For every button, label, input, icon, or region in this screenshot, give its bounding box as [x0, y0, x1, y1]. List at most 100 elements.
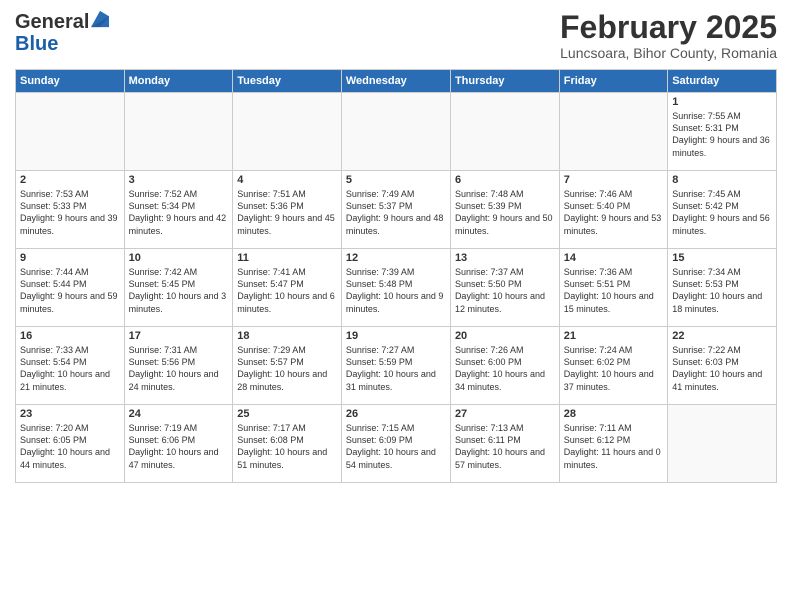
- page-container: General Blue February 2025 Luncsoara, Bi…: [0, 0, 792, 493]
- calendar-cell: 16 Sunrise: 7:33 AM Sunset: 5:54 PM Dayli…: [16, 327, 125, 405]
- day-number: 20: [455, 330, 555, 342]
- calendar-cell: 26Sunrise: 7:15 AM Sunset: 6:09 PM Dayli…: [341, 405, 450, 483]
- day-info: Sunrise: 7:17 AM Sunset: 6:08 PM Dayligh…: [237, 422, 337, 471]
- day-number: 15: [672, 252, 772, 264]
- day-number: 4: [237, 174, 337, 186]
- day-number: 18: [237, 330, 337, 342]
- calendar-week-row: 16 Sunrise: 7:33 AM Sunset: 5:54 PM Dayli…: [16, 327, 777, 405]
- day-number: 5: [346, 174, 446, 186]
- calendar-cell: 21 Sunrise: 7:24 AM Sunset: 6:02 PM Dayli…: [559, 327, 667, 405]
- col-monday: Monday: [124, 70, 233, 93]
- calendar-cell: [341, 93, 450, 171]
- day-info: Sunrise: 7:19 AM Sunset: 6:06 PM Dayligh…: [129, 422, 229, 471]
- calendar-cell: 13 Sunrise: 7:37 AM Sunset: 5:50 PM Dayli…: [450, 249, 559, 327]
- logo-blue: Blue: [15, 33, 58, 55]
- calendar-cell: 8 Sunrise: 7:45 AM Sunset: 5:42 PM Daylig…: [668, 171, 777, 249]
- day-info: Sunrise: 7:45 AM Sunset: 5:42 PM Dayligh…: [672, 188, 772, 237]
- day-number: 7: [564, 174, 663, 186]
- calendar-cell: 3 Sunrise: 7:52 AM Sunset: 5:34 PM Daylig…: [124, 171, 233, 249]
- calendar-cell: 27 Sunrise: 7:13 AM Sunset: 6:11 PM Dayli…: [450, 405, 559, 483]
- day-info: Sunrise: 7:26 AM Sunset: 6:00 PM Dayligh…: [455, 344, 555, 393]
- day-info: Sunrise: 7:55 AM Sunset: 5:31 PM Dayligh…: [672, 110, 772, 159]
- day-info: Sunrise: 7:24 AM Sunset: 6:02 PM Dayligh…: [564, 344, 663, 393]
- day-info: Sunrise: 7:36 AM Sunset: 5:51 PM Dayligh…: [564, 266, 663, 315]
- day-number: 8: [672, 174, 772, 186]
- day-number: 1: [672, 96, 772, 108]
- calendar-cell: 18 Sunrise: 7:29 AM Sunset: 5:57 PM Dayli…: [233, 327, 342, 405]
- col-sunday: Sunday: [16, 70, 125, 93]
- day-info: Sunrise: 7:52 AM Sunset: 5:34 PM Dayligh…: [129, 188, 229, 237]
- day-number: 21: [564, 330, 663, 342]
- day-number: 26: [346, 408, 446, 420]
- day-info: Sunrise: 7:34 AM Sunset: 5:53 PM Dayligh…: [672, 266, 772, 315]
- calendar-week-row: 1 Sunrise: 7:55 AM Sunset: 5:31 PM Daylig…: [16, 93, 777, 171]
- day-info: Sunrise: 7:33 AM Sunset: 5:54 PM Dayligh…: [20, 344, 120, 393]
- calendar-cell: 14 Sunrise: 7:36 AM Sunset: 5:51 PM Dayli…: [559, 249, 667, 327]
- day-info: Sunrise: 7:48 AM Sunset: 5:39 PM Dayligh…: [455, 188, 555, 237]
- calendar-cell: 5 Sunrise: 7:49 AM Sunset: 5:37 PM Daylig…: [341, 171, 450, 249]
- calendar-cell: 4 Sunrise: 7:51 AM Sunset: 5:36 PM Daylig…: [233, 171, 342, 249]
- calendar-cell: 23Sunrise: 7:20 AM Sunset: 6:05 PM Dayli…: [16, 405, 125, 483]
- calendar-cell: [124, 93, 233, 171]
- day-number: 14: [564, 252, 663, 264]
- day-number: 27: [455, 408, 555, 420]
- calendar-cell: 9 Sunrise: 7:44 AM Sunset: 5:44 PM Daylig…: [16, 249, 125, 327]
- calendar-cell: [16, 93, 125, 171]
- calendar-cell: 10Sunrise: 7:42 AM Sunset: 5:45 PM Dayli…: [124, 249, 233, 327]
- day-info: Sunrise: 7:20 AM Sunset: 6:05 PM Dayligh…: [20, 422, 120, 471]
- calendar-cell: 12 Sunrise: 7:39 AM Sunset: 5:48 PM Dayli…: [341, 249, 450, 327]
- day-info: Sunrise: 7:13 AM Sunset: 6:11 PM Dayligh…: [455, 422, 555, 471]
- day-info: Sunrise: 7:44 AM Sunset: 5:44 PM Dayligh…: [20, 266, 120, 315]
- day-number: 11: [237, 252, 337, 264]
- month-title: February 2025: [560, 10, 777, 45]
- logo-blue-text: Blue: [15, 33, 109, 55]
- day-info: Sunrise: 7:46 AM Sunset: 5:40 PM Dayligh…: [564, 188, 663, 237]
- day-info: Sunrise: 7:37 AM Sunset: 5:50 PM Dayligh…: [455, 266, 555, 315]
- calendar-cell: [668, 405, 777, 483]
- day-number: 16: [20, 330, 120, 342]
- day-info: Sunrise: 7:53 AM Sunset: 5:33 PM Dayligh…: [20, 188, 120, 237]
- day-number: 25: [237, 408, 337, 420]
- day-number: 22: [672, 330, 772, 342]
- title-block: February 2025 Luncsoara, Bihor County, R…: [560, 10, 777, 61]
- logo-text: General: [15, 10, 109, 33]
- calendar-cell: 25 Sunrise: 7:17 AM Sunset: 6:08 PM Dayli…: [233, 405, 342, 483]
- calendar-cell: 2 Sunrise: 7:53 AM Sunset: 5:33 PM Daylig…: [16, 171, 125, 249]
- day-info: Sunrise: 7:29 AM Sunset: 5:57 PM Dayligh…: [237, 344, 337, 393]
- day-info: Sunrise: 7:51 AM Sunset: 5:36 PM Dayligh…: [237, 188, 337, 237]
- day-info: Sunrise: 7:31 AM Sunset: 5:56 PM Dayligh…: [129, 344, 229, 393]
- day-number: 28: [564, 408, 663, 420]
- logo-general: General: [15, 11, 89, 33]
- day-info: Sunrise: 7:22 AM Sunset: 6:03 PM Dayligh…: [672, 344, 772, 393]
- day-number: 19: [346, 330, 446, 342]
- calendar-cell: [559, 93, 667, 171]
- day-number: 24: [129, 408, 229, 420]
- calendar-week-row: 9 Sunrise: 7:44 AM Sunset: 5:44 PM Daylig…: [16, 249, 777, 327]
- day-number: 13: [455, 252, 555, 264]
- logo: General Blue: [15, 10, 109, 55]
- calendar-cell: 28 Sunrise: 7:11 AM Sunset: 6:12 PM Dayli…: [559, 405, 667, 483]
- col-saturday: Saturday: [668, 70, 777, 93]
- day-number: 2: [20, 174, 120, 186]
- calendar-cell: 20 Sunrise: 7:26 AM Sunset: 6:00 PM Dayli…: [450, 327, 559, 405]
- day-number: 12: [346, 252, 446, 264]
- logo-icon: [91, 10, 109, 28]
- day-info: Sunrise: 7:27 AM Sunset: 5:59 PM Dayligh…: [346, 344, 446, 393]
- calendar-header-row: Sunday Monday Tuesday Wednesday Thursday…: [16, 70, 777, 93]
- day-number: 17: [129, 330, 229, 342]
- calendar-cell: 24 Sunrise: 7:19 AM Sunset: 6:06 PM Dayli…: [124, 405, 233, 483]
- day-number: 3: [129, 174, 229, 186]
- calendar-cell: 11 Sunrise: 7:41 AM Sunset: 5:47 PM Dayli…: [233, 249, 342, 327]
- calendar-cell: 1 Sunrise: 7:55 AM Sunset: 5:31 PM Daylig…: [668, 93, 777, 171]
- calendar-cell: 7 Sunrise: 7:46 AM Sunset: 5:40 PM Daylig…: [559, 171, 667, 249]
- day-number: 9: [20, 252, 120, 264]
- day-info: Sunrise: 7:41 AM Sunset: 5:47 PM Dayligh…: [237, 266, 337, 315]
- day-info: Sunrise: 7:42 AM Sunset: 5:45 PM Dayligh…: [129, 266, 229, 315]
- col-friday: Friday: [559, 70, 667, 93]
- day-info: Sunrise: 7:11 AM Sunset: 6:12 PM Dayligh…: [564, 422, 663, 471]
- day-info: Sunrise: 7:49 AM Sunset: 5:37 PM Dayligh…: [346, 188, 446, 237]
- calendar-cell: 19 Sunrise: 7:27 AM Sunset: 5:59 PM Dayli…: [341, 327, 450, 405]
- day-info: Sunrise: 7:39 AM Sunset: 5:48 PM Dayligh…: [346, 266, 446, 315]
- col-tuesday: Tuesday: [233, 70, 342, 93]
- day-number: 6: [455, 174, 555, 186]
